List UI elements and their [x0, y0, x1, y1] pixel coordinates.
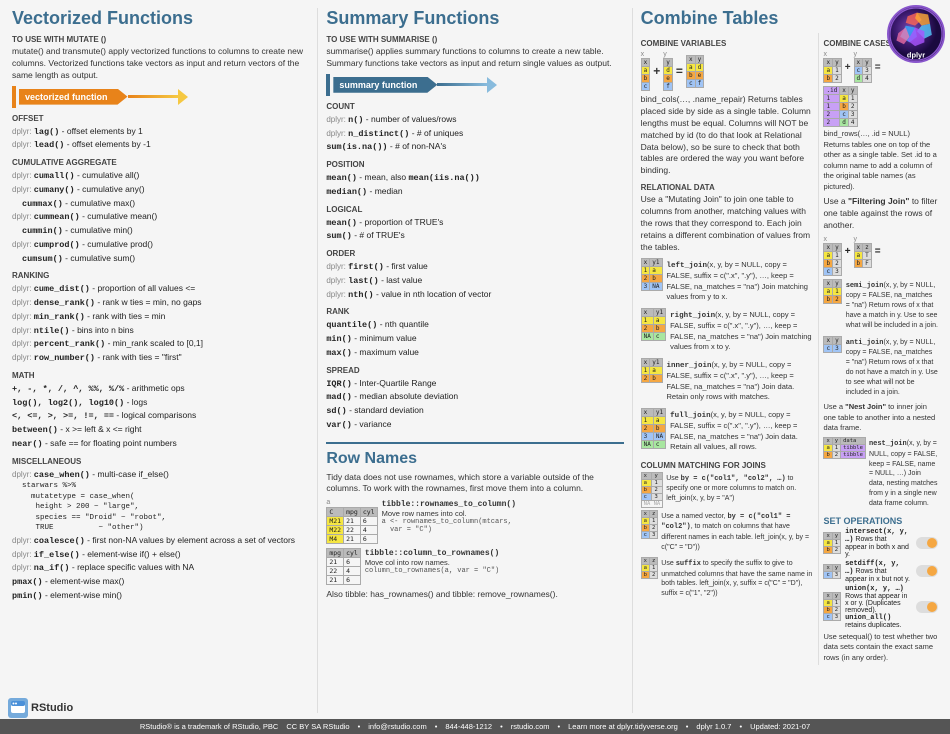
footer-separator3: • [500, 722, 503, 731]
svg-text:dplyr: dplyr [907, 50, 925, 59]
rstudio-label: RStudio [31, 702, 73, 714]
col1-title: Vectorized Functions [12, 8, 309, 29]
left-join-desc: left_join(x, y, by = NULL, copy = FALSE,… [667, 260, 813, 303]
vectorized-intro: mutate() and transmute() apply vectorize… [12, 46, 309, 82]
bind-cols-desc: bind_cols(…, .name_repair) Returns table… [641, 94, 813, 177]
footer-separator5: • [686, 722, 689, 731]
misc-title: MISCELLANEOUS [12, 457, 309, 466]
dplyr-logo-circle: dplyr [887, 5, 945, 63]
top-bar: dplyr Vectorized Functions TO USE WITH M… [0, 0, 950, 719]
setdiff-item: xy c3 setdiff(x, y, …) Rows that appear … [823, 560, 938, 583]
semi-join-row: xy a1 b2 semi_join(x, y, by = NULL, copy… [823, 279, 938, 333]
main-content: dplyr Vectorized Functions TO USE WITH M… [0, 0, 950, 734]
mutate-label: TO USE WITH MUTATE () [12, 35, 309, 44]
footer-pkg: dplyr 1.0.7 [696, 722, 731, 731]
cumulative-title: CUMULATIVE AGGREGATE [12, 158, 309, 167]
footer-license: CC BY SA RStudio [286, 722, 349, 731]
footer-updated: Updated: 2021-07 [750, 722, 810, 731]
col2-title: Summary Functions [326, 8, 623, 29]
position-title: POSITION [326, 160, 623, 169]
row-names-intro: Tidy data does not use rownames, which s… [326, 472, 623, 496]
inner-join-row: xy1 1a 2b inner_join(x, y, by = NULL, co… [641, 358, 813, 405]
summary-banner: summary function [333, 77, 437, 93]
footer-website: rstudio.com [511, 722, 550, 731]
spread-title: SPREAD [326, 366, 623, 375]
rank-title: RANK [326, 307, 623, 316]
col-match-title: COLUMN MATCHING FOR JOINS [641, 461, 813, 470]
row-names-also: Also tibble: has_rownames() and tibble: … [326, 589, 623, 601]
footer-separator2: • [435, 722, 438, 731]
math-title: MATH [12, 371, 309, 380]
footer-learn: Learn more at dplyr.tidyverse.org [568, 722, 678, 731]
footer-separator: • [358, 722, 361, 731]
vectorized-banner: vectorized function [19, 89, 128, 105]
rstudio-icon [8, 698, 28, 718]
nest-join-intro: Use a "Nest Join" to inner join one tabl… [823, 402, 938, 434]
order-title: ORDER [326, 249, 623, 258]
anti-join-row: xy c3 anti_join(x, y, by = NULL, copy = … [823, 336, 938, 400]
footer-phone: 844-448-1212 [445, 722, 492, 731]
setequal-desc: Use setequal() to test whether two data … [823, 632, 938, 664]
bind-rows-desc: bind_rows(…, .id = NULL) Returns tables … [823, 129, 938, 192]
offset-title: OFFSET [12, 114, 309, 123]
count-title: COUNT [326, 102, 623, 111]
footer-separator4: • [557, 722, 560, 731]
col1-vectorized: Vectorized Functions TO USE WITH MUTATE … [12, 8, 318, 713]
union-item: xy a1 b2 c3 union(x, y, …) Rows that app… [823, 585, 938, 629]
mutating-join-desc: Use a "Mutating Join" to join one table … [641, 194, 813, 253]
footer-separator6: • [739, 722, 742, 731]
summarise-label: TO USE WITH SUMMARISE () [326, 35, 623, 44]
col3-combine: Combine Tables COMBINE VARIABLES x x a [633, 8, 938, 713]
footer-bar: RStudio® is a trademark of RStudio, PBC … [0, 719, 950, 734]
footer-email: info@rstudio.com [368, 722, 426, 731]
intersect-item: xy a1 b2 intersect(x, y, …) Rows that ap… [823, 528, 938, 558]
right-join-row: xy1 1a 2b NAc right_join(x, y, by = NULL… [641, 308, 813, 355]
logical-title: LOGICAL [326, 205, 623, 214]
relational-title: RELATIONAL DATA [641, 183, 813, 192]
left-join-row: xy1 1a 2b 3NA left_join(x, y, by = NULL,… [641, 258, 813, 305]
summary-intro: summarise() applies summary functions to… [326, 46, 623, 70]
combine-vars-title: COMBINE VARIABLES [641, 39, 813, 48]
dplyr-logo: dplyr [887, 5, 945, 63]
footer-trademark: RStudio® is a trademark of RStudio, PBC [140, 722, 279, 731]
rstudio-brand: RStudio [8, 698, 73, 718]
ranking-title: RANKING [12, 271, 309, 280]
col2-summary: Summary Functions TO USE WITH SUMMARISE … [318, 8, 632, 713]
set-ops-title: SET OPERATIONS [823, 516, 938, 526]
full-join-row: xy1 1a 2b 3NA NAc full_join(x, y, by = N… [641, 408, 813, 455]
row-names-title: Row Names [326, 450, 623, 468]
